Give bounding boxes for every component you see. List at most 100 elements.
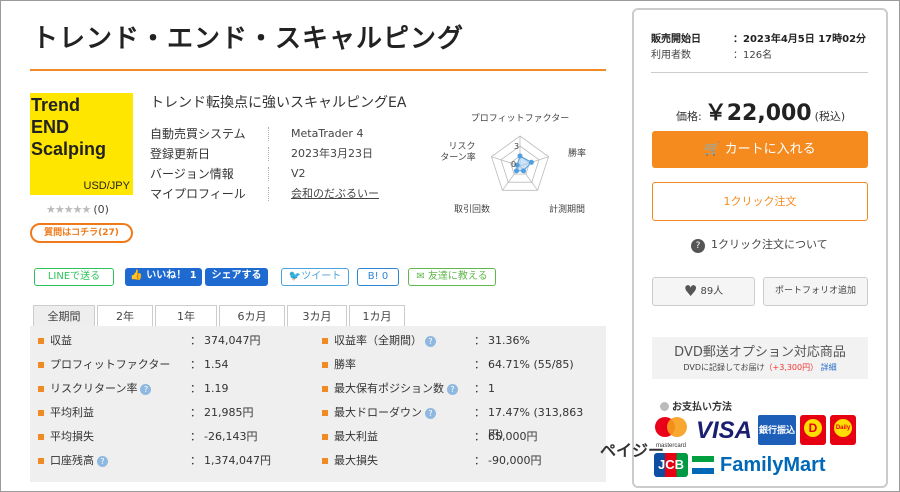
stat-value: 1 bbox=[488, 382, 495, 395]
bullet-icon bbox=[322, 434, 328, 440]
stat-row: リスクリターン率?： 1.19 bbox=[38, 378, 308, 400]
stat-value: 1.54 bbox=[204, 358, 229, 371]
sidebar-divider bbox=[651, 72, 868, 73]
sale-start-value: ：2023年4月5日 17時02分 bbox=[733, 34, 867, 45]
help-icon[interactable]: ? bbox=[140, 383, 152, 395]
one-click-about-link[interactable]: ? 1クリック注文について bbox=[691, 237, 828, 253]
visa-logo: VISA bbox=[695, 417, 752, 444]
info-label: マイプロフィール bbox=[150, 187, 246, 201]
stat-row: 平均利益： 21,985円 bbox=[38, 402, 308, 424]
like-button[interactable]: 👍 いいね！ 1 bbox=[125, 268, 202, 286]
tab-2y[interactable]: 2年 bbox=[97, 305, 153, 327]
users-label: 利用者数 bbox=[651, 50, 691, 61]
payeasy-logo: D ペイジー bbox=[600, 415, 826, 460]
users-value: ：126名 bbox=[733, 50, 773, 61]
radar-point bbox=[514, 168, 519, 174]
bullet-icon bbox=[322, 410, 328, 416]
stat-label: 最大利益 bbox=[334, 430, 378, 443]
info-label: 自動売買システム bbox=[150, 127, 246, 141]
cart-label: カートに入れる bbox=[724, 142, 816, 157]
tab-all[interactable]: 全期間 bbox=[33, 305, 95, 327]
bullet-icon bbox=[38, 410, 44, 416]
stat-value: 64.71% (55/85) bbox=[488, 358, 574, 371]
rating-stars: ★★★★★ (0) bbox=[46, 203, 109, 216]
stat-label: 口座残高? bbox=[50, 450, 108, 472]
stat-label: 収益 bbox=[50, 334, 72, 347]
radar-label-trades: 取引回数 bbox=[454, 203, 490, 215]
radar-scale-min: 0 bbox=[511, 160, 516, 169]
tab-1y[interactable]: 1年 bbox=[155, 305, 217, 327]
hatena-label: B! 0 bbox=[367, 271, 389, 282]
help-icon[interactable]: ? bbox=[425, 335, 436, 347]
one-click-order-button[interactable]: 1クリック注文 bbox=[652, 182, 868, 221]
help-icon[interactable]: ? bbox=[447, 383, 458, 395]
help-icon[interactable]: ? bbox=[425, 407, 436, 419]
info-label: バージョン情報 bbox=[150, 167, 234, 181]
daily-logo: Daily bbox=[830, 415, 856, 445]
question-button[interactable]: 質問はコチラ(27) bbox=[30, 223, 133, 243]
info-value: V2 bbox=[291, 167, 306, 180]
stat-value: 374,047円 bbox=[204, 334, 261, 347]
stat-row: 収益： 374,047円 bbox=[38, 330, 308, 352]
info-label: 登録更新日 bbox=[150, 147, 211, 161]
radar-point bbox=[521, 168, 526, 174]
stat-value: 1,374,047円 bbox=[204, 454, 271, 467]
bullet-icon bbox=[322, 458, 328, 464]
stat-label: 最大保有ポジション数? bbox=[334, 378, 458, 400]
stat-row: プロフィットファクター： 1.54 bbox=[38, 354, 308, 376]
tab-3m[interactable]: 3カ月 bbox=[287, 305, 347, 327]
cart-icon: 🛒 bbox=[704, 142, 721, 157]
favorite-count: 89人 bbox=[700, 286, 724, 297]
stat-label: 平均利益 bbox=[50, 406, 94, 419]
share-button[interactable]: シェアする bbox=[205, 268, 268, 286]
tab-1m[interactable]: 1カ月 bbox=[349, 305, 405, 327]
price-tax: (税込) bbox=[814, 110, 846, 123]
dvd-option-box: DVD郵送オプション対応商品 DVDに記録してお届け（+3,300円） 詳細 bbox=[652, 337, 868, 379]
portfolio-add-button[interactable]: ポートフォリオ追加 bbox=[763, 277, 868, 306]
product-thumbnail[interactable]: Trend END Scalping USD/JPY bbox=[30, 93, 133, 195]
stat-label: 平均損失 bbox=[50, 430, 94, 443]
line-label: LINEで送る bbox=[47, 271, 101, 282]
tweet-button[interactable]: 🐦ツイート bbox=[281, 268, 349, 286]
stat-value: 1.19 bbox=[204, 382, 229, 395]
add-to-cart-button[interactable]: 🛒 カートに入れる bbox=[652, 131, 868, 168]
share-label: シェアする bbox=[211, 270, 262, 281]
hatena-button[interactable]: B! 0 bbox=[357, 268, 399, 286]
help-icon[interactable]: ? bbox=[97, 455, 108, 467]
stat-row: 勝率： 64.71% (55/85) bbox=[322, 354, 592, 376]
bullet-icon bbox=[38, 386, 44, 392]
heart-icon: ♥ bbox=[683, 282, 698, 300]
dvd-title: DVD郵送オプション対応商品 bbox=[674, 345, 846, 360]
line-share-button[interactable]: LINEで送る bbox=[34, 268, 114, 286]
profile-link[interactable]: 会和のだぶるいー bbox=[291, 184, 379, 204]
one-click-about-label: 1クリック注文について bbox=[711, 238, 828, 251]
dvd-detail-link[interactable]: 詳細 bbox=[821, 363, 837, 372]
jcb-logo: JCB bbox=[654, 453, 688, 477]
sale-start-row: 販売開始日 ：2023年4月5日 17時02分 bbox=[651, 32, 881, 48]
radar-label-win: 勝率 bbox=[568, 147, 586, 159]
tab-6m[interactable]: 6カ月 bbox=[219, 305, 285, 327]
info-row-version: バージョン情報 V2 bbox=[150, 164, 410, 184]
title-divider bbox=[30, 69, 606, 71]
bullet-icon bbox=[38, 434, 44, 440]
sale-meta: 販売開始日 ：2023年4月5日 17時02分 利用者数 ：126名 bbox=[651, 32, 881, 64]
radar-label-pf: プロフィットファクター bbox=[471, 113, 569, 124]
price-amount: ￥22,000 bbox=[704, 101, 812, 126]
bird-icon: 🐦 bbox=[288, 271, 302, 282]
stat-row: 収益率（全期間）?： 31.36% bbox=[322, 330, 592, 352]
stat-label: 収益率（全期間）? bbox=[334, 330, 436, 352]
friend-label: 友達に教える bbox=[427, 271, 488, 282]
tell-friend-button[interactable]: ✉ 友達に教える bbox=[408, 268, 496, 286]
price-label: 価格: bbox=[676, 110, 702, 123]
stat-value: 31.36% bbox=[488, 334, 530, 347]
thumbnail-text: Trend END Scalping bbox=[31, 95, 107, 159]
bullet-icon bbox=[38, 458, 44, 464]
favorite-button[interactable]: ♥ 89人 bbox=[652, 277, 755, 306]
info-row-platform: 自動売買システム MetaTrader 4 bbox=[150, 124, 410, 144]
dvd-note: DVDに記録してお届け（+3,300円） 詳細 bbox=[683, 363, 837, 372]
product-info-list: 自動売買システム MetaTrader 4 登録更新日 2023年3月23日 バージ… bbox=[150, 124, 410, 204]
bank-transfer-logo: 銀行振込 bbox=[758, 415, 796, 445]
radar-label-risk-a: リスク bbox=[448, 141, 475, 152]
stat-value: -26,143円 bbox=[204, 430, 258, 443]
bullet-icon bbox=[38, 338, 44, 344]
